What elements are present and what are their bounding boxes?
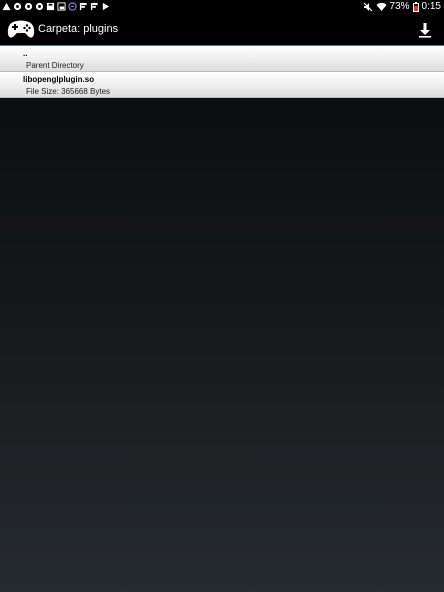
- sync-icon: [68, 2, 77, 11]
- shield-icon: [35, 2, 44, 11]
- warning-icon: [2, 2, 11, 11]
- notification-icons: [2, 2, 110, 11]
- flag-icon: [79, 2, 87, 11]
- file-detail: File Size: 365668 Bytes: [26, 87, 111, 96]
- folder-title: Carpeta: plugins: [38, 23, 119, 35]
- shield-icon: [24, 2, 33, 11]
- save-icon: [46, 2, 55, 11]
- file-detail: Parent Directory: [26, 61, 84, 70]
- mute-icon: [363, 2, 372, 12]
- gamepad-icon[interactable]: [6, 17, 36, 41]
- download-icon[interactable]: [418, 22, 432, 38]
- battery-percent: 73%: [389, 1, 410, 12]
- wifi-icon: [376, 2, 387, 11]
- image-icon: [57, 2, 66, 11]
- play-store-icon: [102, 2, 110, 11]
- list-item-parent-directory[interactable]: .. Parent Directory: [0, 46, 444, 72]
- file-list: .. Parent Directory libopenglplugin.so F…: [0, 46, 444, 98]
- screen: 73% 0:15 Carpeta: plugins .. Parent Dire…: [0, 0, 444, 592]
- file-name: ..: [23, 49, 28, 58]
- flag-icon: [90, 2, 98, 11]
- battery-icon: [412, 2, 419, 12]
- action-bar: Carpeta: plugins: [0, 14, 444, 45]
- shield-icon: [13, 2, 22, 11]
- system-indicators: 73% 0:15: [363, 1, 441, 13]
- empty-area: [0, 98, 444, 592]
- status-bar: 73% 0:15: [0, 0, 444, 14]
- clock: 0:15: [421, 1, 441, 12]
- list-item-file[interactable]: libopenglplugin.so File Size: 365668 Byt…: [0, 72, 444, 98]
- file-name: libopenglplugin.so: [23, 75, 95, 84]
